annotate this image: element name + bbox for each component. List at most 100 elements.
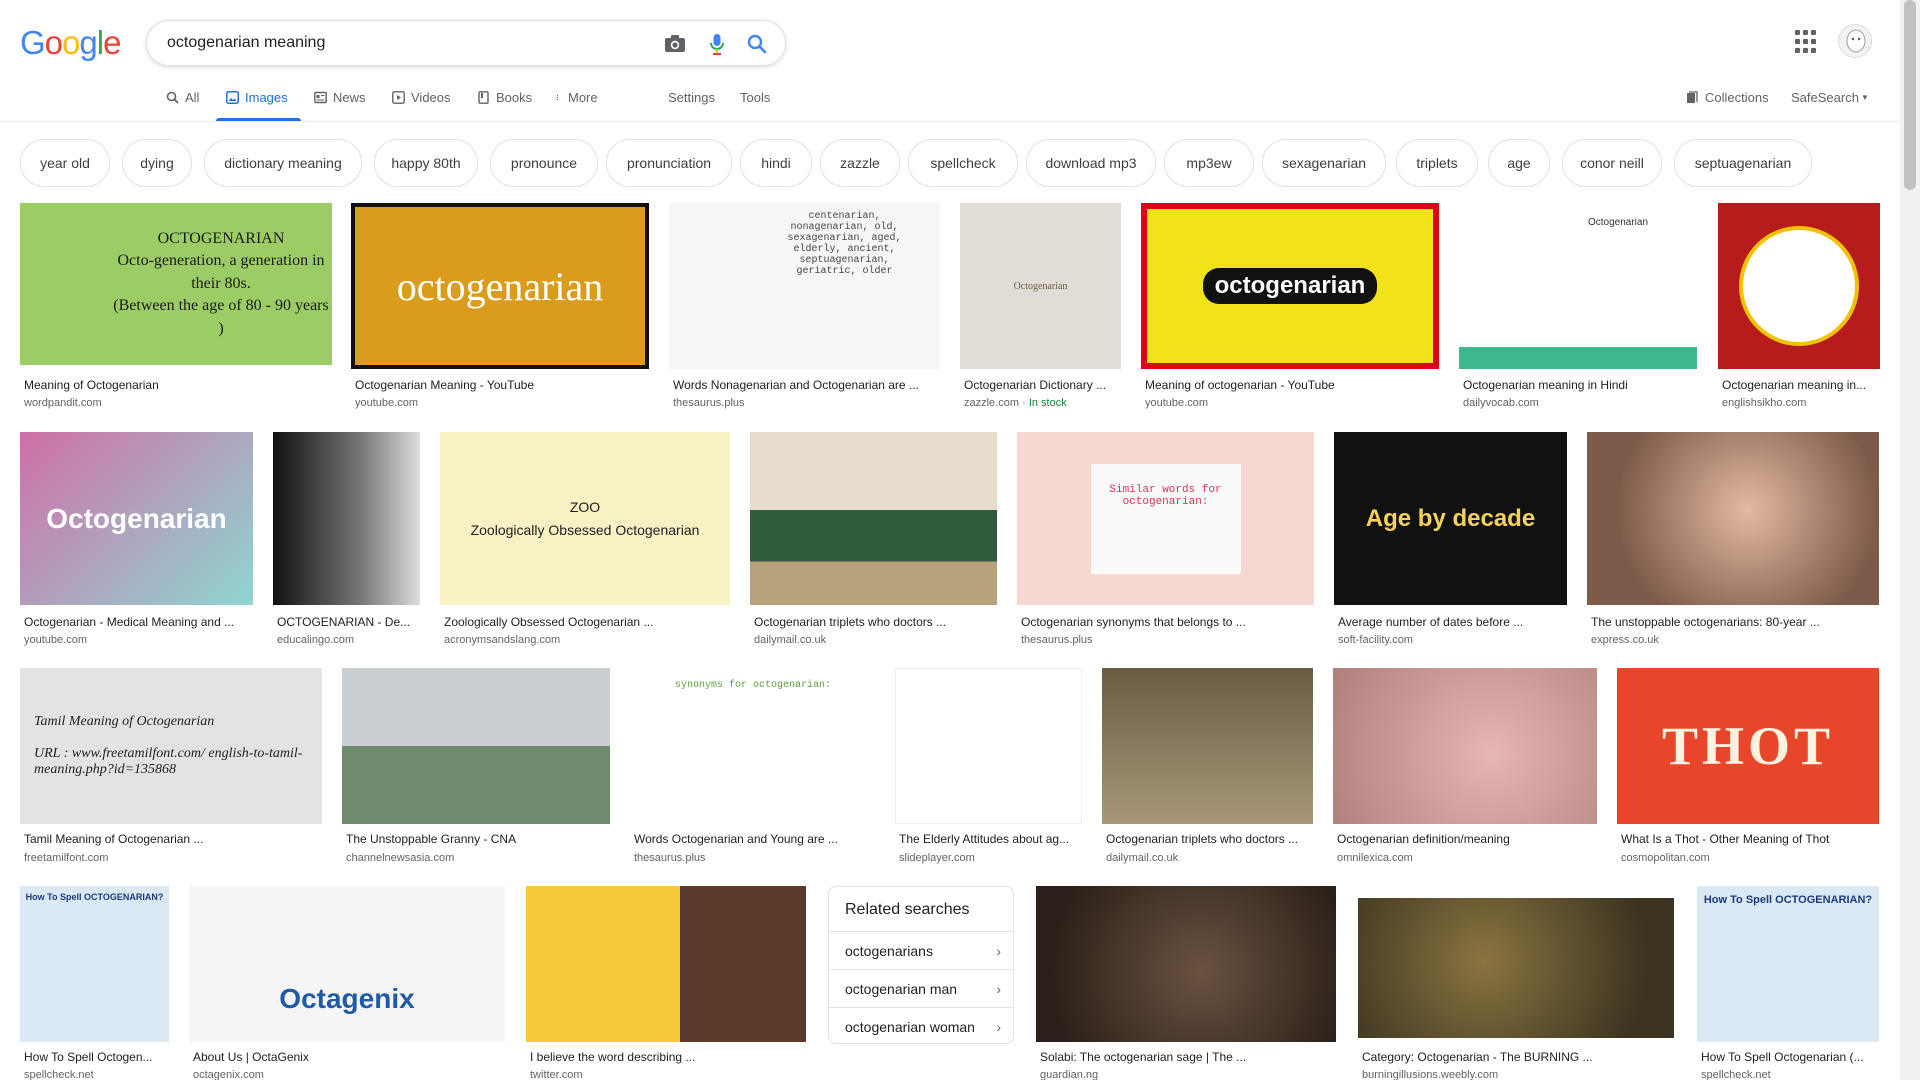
image-result[interactable]: Octogenarian Octogenarian - Medical Mean…: [20, 432, 253, 648]
image-result[interactable]: OCTOGENARIAN - De... educalingo.com: [273, 432, 420, 648]
image-result[interactable]: OCTOGENARIAN Octo-generation, a generati…: [20, 203, 332, 413]
thumbnail[interactable]: [1358, 898, 1674, 1038]
thumbnail[interactable]: [273, 432, 420, 605]
image-result[interactable]: Octogenarian Octogenarian meaning in Hin…: [1459, 203, 1697, 413]
result-source[interactable]: soft-facility.com: [1338, 634, 1413, 646]
chip[interactable]: download mp3: [1026, 139, 1156, 187]
result-source[interactable]: spellcheck.net: [1701, 1069, 1771, 1080]
apps-icon[interactable]: [1795, 30, 1819, 54]
result-title[interactable]: About Us | OctaGenix: [193, 1050, 505, 1064]
related-search-item[interactable]: octogenarians ›: [829, 931, 1013, 969]
image-result[interactable]: octogenarian Octogenarian Meaning - YouT…: [351, 203, 649, 413]
image-result[interactable]: Category: Octogenarian - The BURNING ...…: [1358, 886, 1674, 1080]
google-logo[interactable]: Google: [20, 24, 121, 62]
result-source[interactable]: burningillusions.weebly.com: [1362, 1069, 1498, 1080]
image-result[interactable]: ZOO Zoologically Obsessed Octogenarian Z…: [440, 432, 730, 648]
result-title[interactable]: Category: Octogenarian - The BURNING ...: [1362, 1050, 1674, 1064]
image-result[interactable]: centenarian, nonagenarian, old, sexagena…: [669, 203, 940, 413]
image-result[interactable]: Octogenarian triplets who doctors ... da…: [1102, 668, 1313, 868]
result-title[interactable]: OCTOGENARIAN - De...: [277, 615, 420, 629]
thumbnail[interactable]: [1036, 886, 1336, 1042]
result-title[interactable]: The Unstoppable Granny - CNA: [346, 832, 610, 846]
tab-more[interactable]: More: [556, 90, 598, 105]
result-source[interactable]: channelnewsasia.com: [346, 852, 454, 864]
chip[interactable]: spellcheck: [908, 139, 1018, 187]
thumbnail[interactable]: Octogenarian: [1459, 203, 1697, 369]
result-title[interactable]: Octogenarian definition/meaning: [1337, 832, 1597, 846]
thumbnail[interactable]: Tamil Meaning of Octogenarian URL : www.…: [20, 668, 322, 824]
result-title[interactable]: Octogenarian triplets who doctors ...: [1106, 832, 1313, 846]
search-box[interactable]: [146, 20, 786, 66]
page-scrollbar[interactable]: [1900, 0, 1920, 1080]
thumbnail[interactable]: [1333, 668, 1597, 824]
chip[interactable]: dictionary meaning: [204, 139, 362, 187]
thumbnail[interactable]: [895, 668, 1082, 824]
result-source[interactable]: englishsikho.com: [1722, 397, 1806, 409]
result-title[interactable]: Tamil Meaning of Octogenarian ...: [24, 832, 322, 846]
result-title[interactable]: Words Nonagenarian and Octogenarian are …: [673, 378, 939, 392]
result-source[interactable]: omnilexica.com: [1337, 852, 1413, 864]
thumbnail[interactable]: [526, 886, 806, 1042]
image-result[interactable]: Similar words for octogenarian: Octogena…: [1017, 432, 1314, 648]
tab-news[interactable]: News: [314, 90, 366, 105]
result-source[interactable]: dailyvocab.com: [1463, 397, 1539, 409]
result-title[interactable]: Octogenarian synonyms that belongs to ..…: [1021, 615, 1313, 629]
image-result[interactable]: The Unstoppable Granny - CNA channelnews…: [342, 668, 610, 868]
thumbnail[interactable]: [1718, 203, 1880, 369]
thumbnail[interactable]: Age by decade: [1334, 432, 1567, 605]
result-source[interactable]: slideplayer.com: [899, 852, 975, 864]
image-result[interactable]: I believe the word describing ... twitte…: [526, 886, 806, 1080]
result-title[interactable]: What Is a Thot - Other Meaning of Thot: [1621, 832, 1879, 846]
result-source[interactable]: guardian.ng: [1040, 1069, 1098, 1080]
result-title[interactable]: How To Spell Octogenarian (...: [1701, 1050, 1879, 1064]
tab-settings[interactable]: Settings: [668, 90, 715, 105]
thumbnail[interactable]: Similar words for octogenarian:: [1017, 432, 1314, 605]
image-result[interactable]: Octogenarian triplets who doctors ... da…: [750, 432, 997, 648]
result-source[interactable]: thesaurus.plus: [634, 852, 706, 864]
related-search-item[interactable]: octogenarian man ›: [829, 969, 1013, 1007]
result-source[interactable]: wordpandit.com: [24, 397, 102, 409]
chip[interactable]: pronounce: [490, 139, 598, 187]
chip[interactable]: hindi: [740, 139, 812, 187]
tab-videos[interactable]: Videos: [392, 90, 451, 105]
result-title[interactable]: Zoologically Obsessed Octogenarian ...: [444, 615, 730, 629]
thumbnail[interactable]: octogenarian: [1141, 203, 1439, 369]
thumbnail[interactable]: [342, 668, 610, 824]
tab-images[interactable]: Images: [226, 90, 288, 105]
tab-books[interactable]: Books: [477, 90, 532, 105]
result-source[interactable]: spellcheck.net: [24, 1069, 94, 1080]
safesearch-menu[interactable]: SafeSearch ▼: [1791, 90, 1869, 105]
thumbnail[interactable]: THOT: [1617, 668, 1879, 824]
scrollbar-thumb[interactable]: [1904, 0, 1916, 190]
image-result[interactable]: The Elderly Attitudes about ag... slidep…: [895, 668, 1082, 868]
result-source[interactable]: dailymail.co.uk: [754, 634, 826, 646]
result-title[interactable]: Octogenarian Dictionary ...: [964, 378, 1120, 392]
image-result[interactable]: Octogenarian meaning in... englishsikho.…: [1718, 203, 1880, 413]
result-source[interactable]: acronymsandslang.com: [444, 634, 560, 646]
mic-icon[interactable]: [705, 32, 729, 56]
result-source[interactable]: thesaurus.plus: [673, 397, 745, 409]
thumbnail[interactable]: [1587, 432, 1879, 605]
result-source[interactable]: dailymail.co.uk: [1106, 852, 1178, 864]
thumbnail[interactable]: synonyms for octogenarian:: [630, 668, 876, 824]
result-title[interactable]: The unstoppable octogenarians: 80-year .…: [1591, 615, 1879, 629]
result-title[interactable]: Solabi: The octogenarian sage | The ...: [1040, 1050, 1336, 1064]
chip[interactable]: conor neill: [1562, 139, 1662, 187]
image-result[interactable]: Age by decade Average number of dates be…: [1334, 432, 1567, 648]
thumbnail[interactable]: Octogenarian: [20, 432, 253, 605]
camera-icon[interactable]: [663, 32, 687, 56]
image-result[interactable]: synonyms for octogenarian: Words Octogen…: [630, 668, 876, 868]
result-source[interactable]: educalingo.com: [277, 634, 354, 646]
search-icon[interactable]: [745, 32, 769, 56]
result-title[interactable]: Octogenarian Meaning - YouTube: [355, 378, 645, 392]
tab-all[interactable]: All: [166, 90, 199, 105]
thumbnail[interactable]: Octagenix: [189, 886, 505, 1042]
chip[interactable]: happy 80th: [374, 139, 478, 187]
chip[interactable]: year old: [20, 139, 110, 187]
related-search-item[interactable]: octogenarian woman ›: [829, 1007, 1013, 1045]
chip[interactable]: triplets: [1396, 139, 1478, 187]
thumbnail[interactable]: Octogenarian: [960, 203, 1121, 369]
chip[interactable]: mp3ew: [1164, 139, 1254, 187]
image-result[interactable]: Octogenarian Octogenarian Dictionary ...…: [960, 203, 1121, 413]
result-title[interactable]: Meaning of Octogenarian: [24, 378, 330, 392]
